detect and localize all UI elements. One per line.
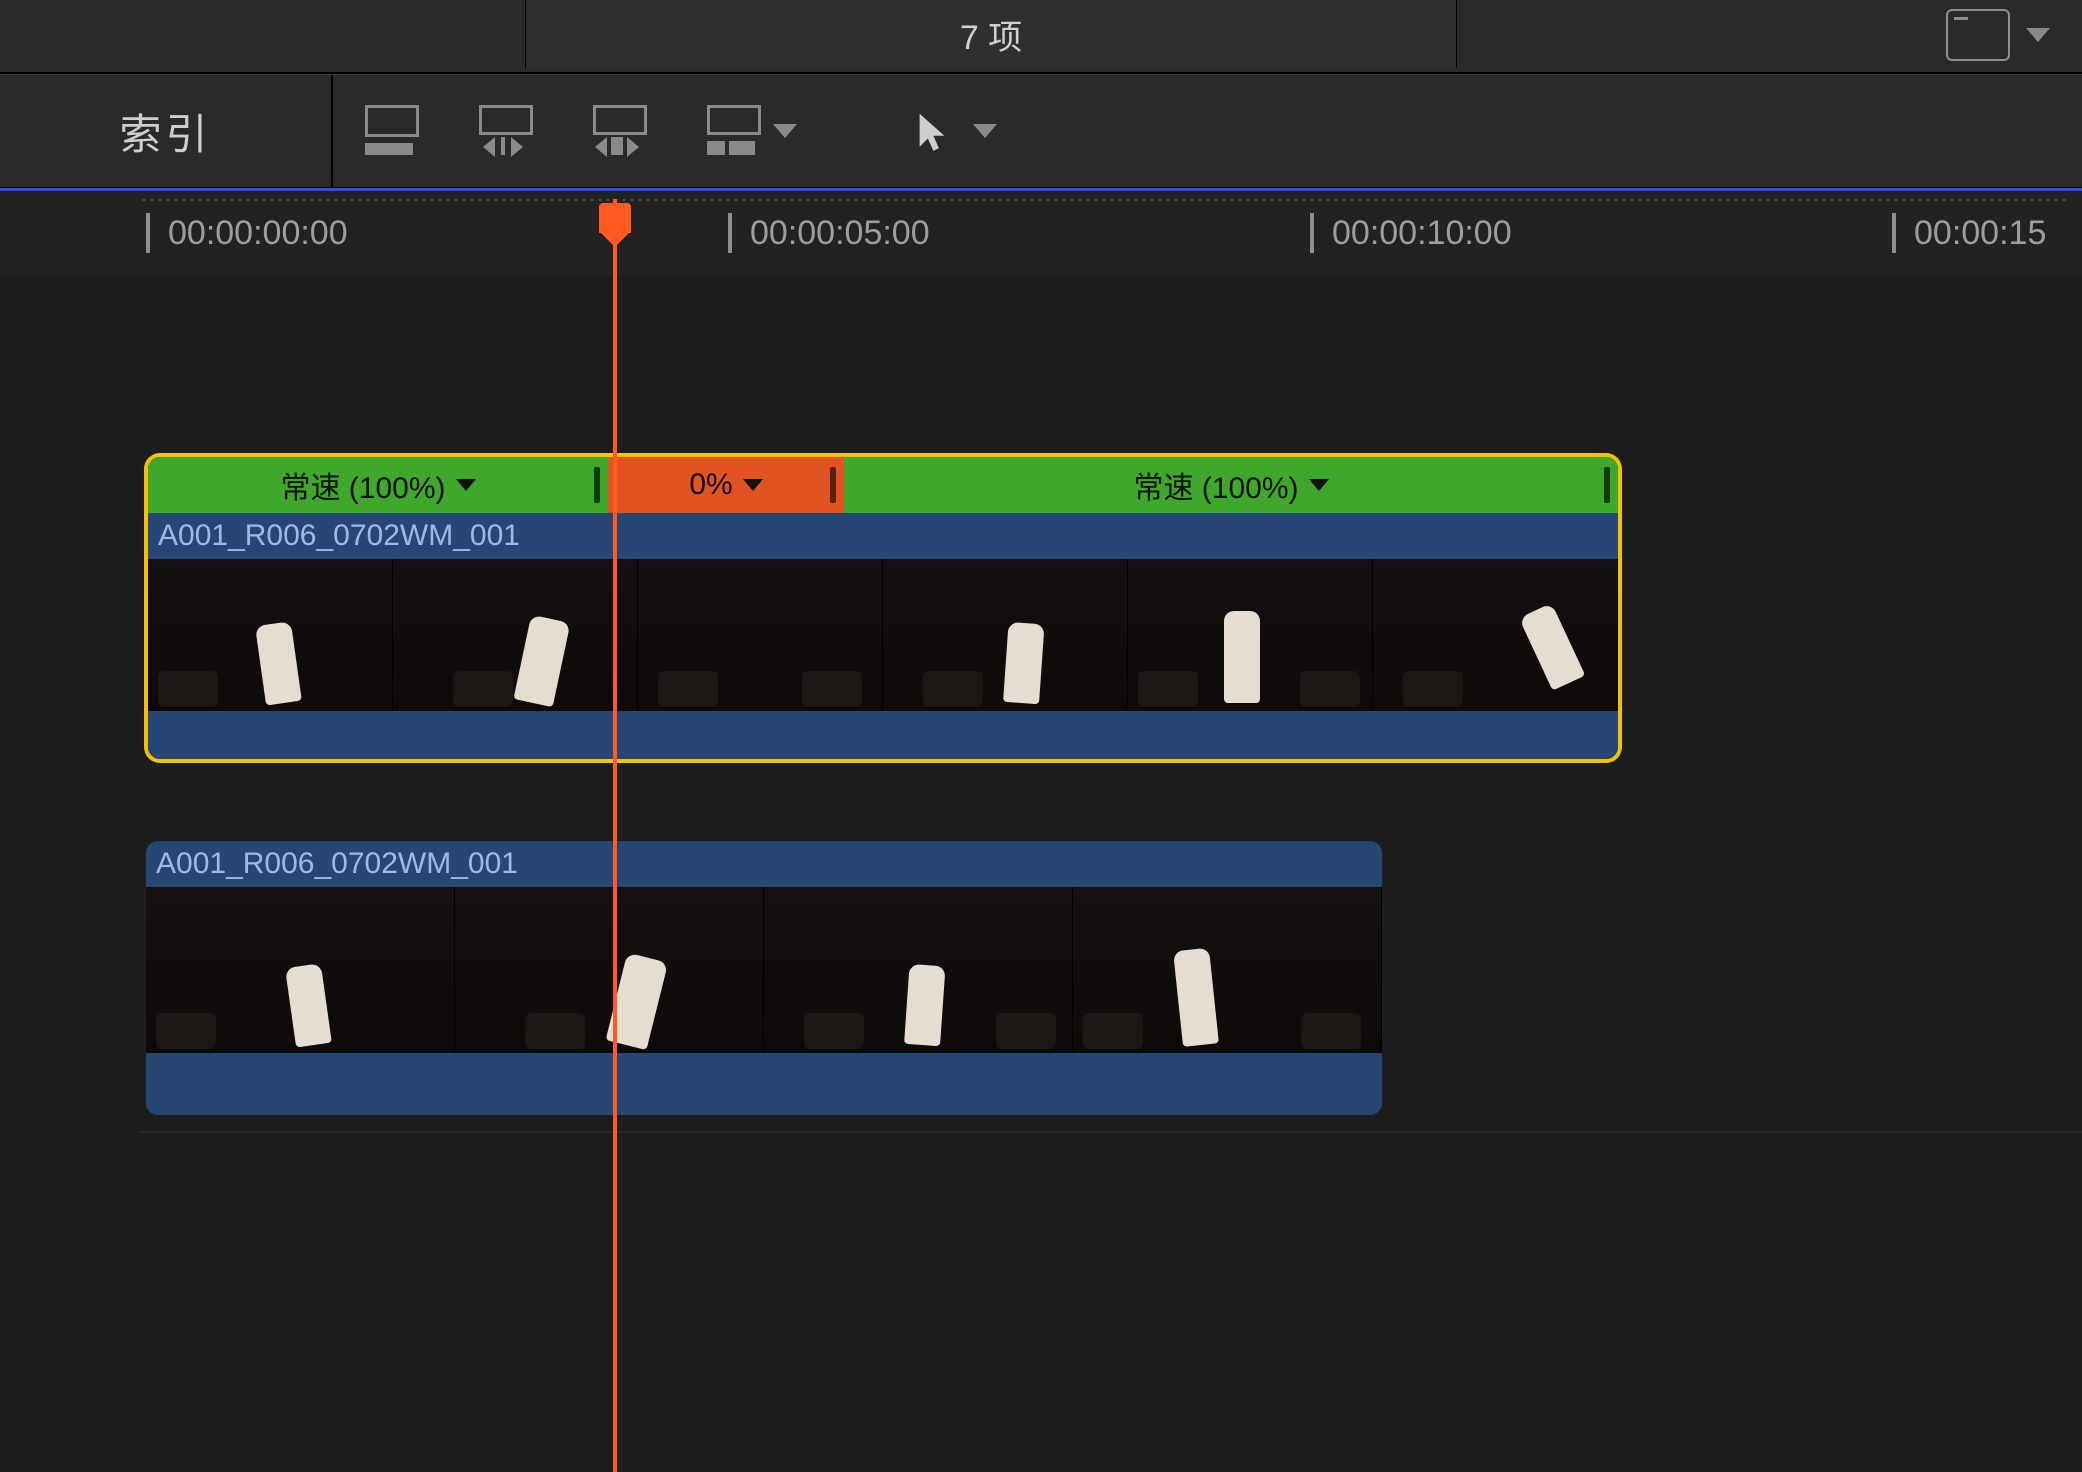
- breadcrumb-label: 7 项: [960, 10, 1022, 59]
- clip-filmstrip: [148, 559, 1618, 711]
- clip-filmstrip: [146, 887, 1382, 1053]
- retime-bar[interactable]: 常速 (100%) 0% 常速 (100%): [148, 457, 1618, 513]
- clip-body[interactable]: A001_R006_0702WM_001: [146, 841, 1382, 1115]
- retime-segment-hold[interactable]: 0%: [608, 457, 844, 513]
- ruler-timestamp: 00:00:00:00: [168, 214, 348, 253]
- toolbar: 索引: [0, 74, 2082, 188]
- chevron-down-icon: [2026, 28, 2050, 42]
- clip-primary-storyline[interactable]: 常速 (100%) 0% 常速 (100%) A001_R006_0702WM_…: [148, 457, 1618, 759]
- chevron-down-icon: [973, 124, 997, 138]
- retime-handle[interactable]: [830, 467, 836, 503]
- retime-segment-label: 常速 (100%): [280, 463, 445, 507]
- timeline-ruler[interactable]: 00:00:00:00 00:00:05:00 00:00:10:00 00:0…: [0, 191, 2082, 277]
- insert-clip-icon[interactable]: [475, 103, 531, 159]
- clip-body[interactable]: A001_R006_0702WM_001: [148, 513, 1618, 759]
- overwrite-clip-icon: [703, 103, 759, 159]
- display-options-button[interactable]: [1946, 8, 2062, 62]
- chevron-down-icon[interactable]: [456, 479, 476, 491]
- select-tool-group: [825, 75, 1025, 187]
- ruler-ticks: [140, 197, 2070, 203]
- ruler-timestamp: 00:00:10:00: [1332, 214, 1512, 253]
- chevron-down-icon[interactable]: [743, 479, 763, 491]
- chevron-down-icon[interactable]: [1309, 479, 1329, 491]
- display-options-icon: [1946, 9, 2010, 61]
- breadcrumb[interactable]: 7 项: [525, 0, 1457, 68]
- retime-segment-label: 0%: [689, 468, 732, 502]
- clip-connected[interactable]: A001_R006_0702WM_001: [146, 841, 1382, 1115]
- clip-audio[interactable]: [146, 1053, 1382, 1115]
- ruler-labels: 00:00:00:00 00:00:05:00 00:00:10:00 00:0…: [0, 213, 2082, 273]
- retime-handle[interactable]: [594, 467, 600, 503]
- clip-name-label: A001_R006_0702WM_001: [148, 513, 1618, 559]
- select-tool-button[interactable]: [915, 111, 997, 151]
- retime-segment-normal[interactable]: 常速 (100%): [844, 457, 1618, 513]
- header-bar: 7 项: [0, 0, 2082, 74]
- ruler-timestamp: 00:00:15: [1914, 214, 2046, 253]
- ruler-timestamp: 00:00:05:00: [750, 214, 930, 253]
- lane-divider: [140, 1131, 2082, 1133]
- connect-clip-icon[interactable]: [361, 103, 417, 159]
- playhead[interactable]: [613, 199, 617, 1472]
- edit-tools-group: [333, 75, 825, 187]
- playhead-handle-icon[interactable]: [599, 203, 631, 233]
- overwrite-clip-button[interactable]: [703, 103, 797, 159]
- arrow-cursor-icon: [915, 111, 949, 151]
- clip-audio[interactable]: [148, 711, 1618, 759]
- timeline[interactable]: 00:00:00:00 00:00:05:00 00:00:10:00 00:0…: [0, 188, 2082, 1472]
- clip-name-label: A001_R006_0702WM_001: [146, 841, 1382, 887]
- retime-segment-label: 常速 (100%): [1133, 463, 1298, 507]
- index-label: 索引: [119, 101, 211, 162]
- chevron-down-icon: [773, 124, 797, 138]
- retime-handle[interactable]: [1604, 467, 1610, 503]
- index-button[interactable]: 索引: [0, 75, 333, 187]
- append-clip-icon[interactable]: [589, 103, 645, 159]
- retime-segment-normal[interactable]: 常速 (100%): [148, 457, 608, 513]
